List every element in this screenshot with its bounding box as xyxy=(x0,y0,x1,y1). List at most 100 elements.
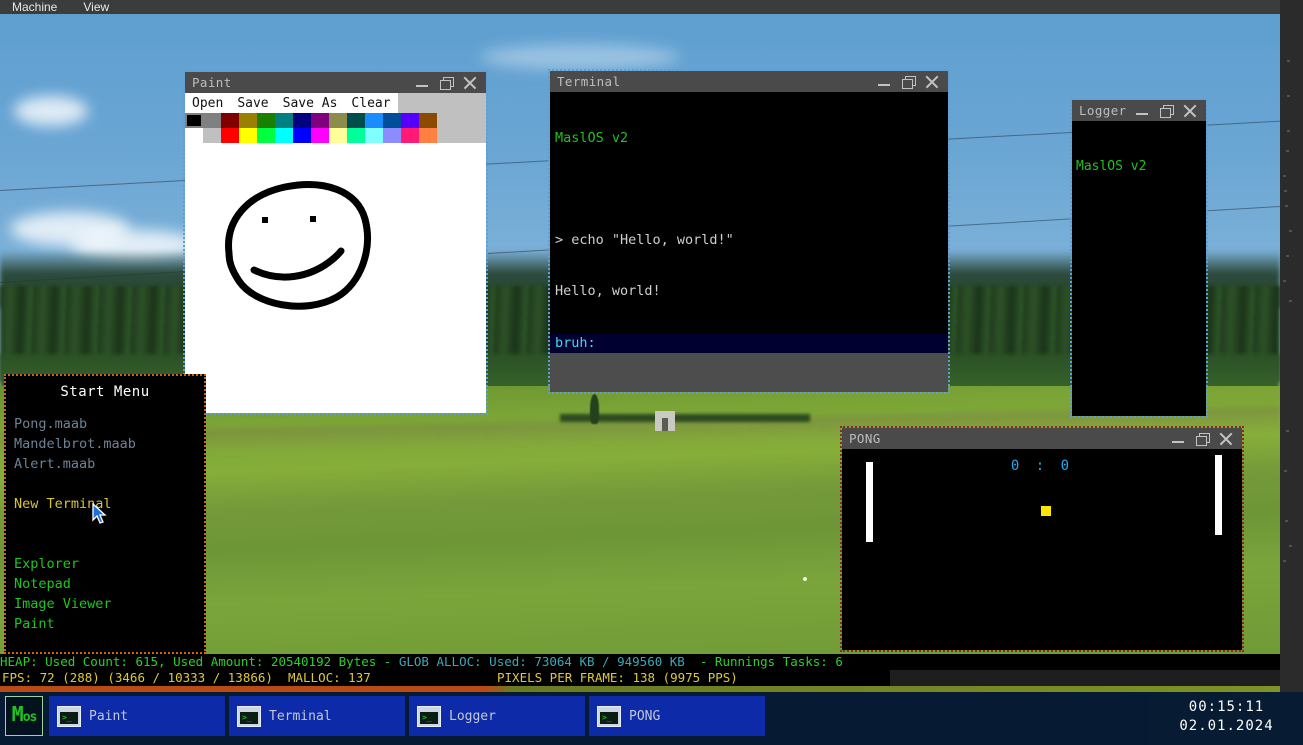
panel-speck xyxy=(1286,430,1289,432)
color-swatch[interactable] xyxy=(311,128,329,143)
close-icon[interactable] xyxy=(1183,104,1197,118)
color-swatch[interactable] xyxy=(347,113,365,128)
color-swatch[interactable] xyxy=(419,128,437,143)
color-swatch[interactable] xyxy=(365,128,383,143)
color-swatch[interactable] xyxy=(275,113,293,128)
panel-speck xyxy=(1289,545,1292,547)
panel-speck xyxy=(1287,60,1290,62)
color-swatch[interactable] xyxy=(239,128,257,143)
start-menu-spacer xyxy=(14,474,204,494)
taskbar-item-paint[interactable]: Paint xyxy=(49,696,225,736)
terminal-titlebar[interactable]: Terminal xyxy=(550,71,948,92)
paint-menu-save-as[interactable]: Save As xyxy=(276,96,345,111)
mouse-cursor xyxy=(92,503,107,524)
start-menu-title: Start Menu xyxy=(60,384,150,400)
terminal-line: > echo "Hello, world!" xyxy=(555,232,734,248)
logger-titlebar[interactable]: Logger xyxy=(1072,100,1206,121)
taskbar-label: Logger xyxy=(449,708,496,724)
start-item-image-viewer[interactable]: Image Viewer xyxy=(14,594,204,614)
status-heap: HEAP: Used Count: 615, Used Amount: 2054… xyxy=(0,654,399,669)
pong-titlebar[interactable]: PONG xyxy=(842,428,1242,449)
terminal-prompt[interactable]: bruh: xyxy=(550,334,948,353)
paint-canvas[interactable] xyxy=(185,143,486,395)
color-swatch[interactable] xyxy=(257,128,275,143)
paint-color-palette[interactable] xyxy=(185,113,486,143)
window-logger[interactable]: Logger MaslOS v2 xyxy=(1070,98,1208,418)
color-swatch[interactable] xyxy=(347,128,365,143)
color-swatch[interactable] xyxy=(275,128,293,143)
start-item-new-terminal[interactable]: New Terminal xyxy=(14,494,204,514)
paint-titlebar[interactable]: Paint xyxy=(185,72,486,93)
panel-speck xyxy=(1285,205,1288,207)
mos-logo: Mos xyxy=(11,702,38,726)
minimize-icon[interactable] xyxy=(415,76,429,90)
panel-speck xyxy=(1283,280,1286,282)
color-swatch[interactable] xyxy=(311,113,329,128)
taskbar-item-terminal[interactable]: Terminal xyxy=(229,696,405,736)
host-right-panel xyxy=(1280,0,1303,745)
panel-speck xyxy=(1283,560,1286,562)
start-item-alert[interactable]: Alert.maab xyxy=(14,454,204,474)
start-item-mandelbrot[interactable]: Mandelbrot.maab xyxy=(14,434,204,454)
maximize-icon[interactable] xyxy=(439,76,454,90)
color-swatch[interactable] xyxy=(329,113,347,128)
color-swatch[interactable] xyxy=(383,113,401,128)
maximize-icon[interactable] xyxy=(1195,432,1210,446)
color-swatch[interactable] xyxy=(293,113,311,128)
color-swatch[interactable] xyxy=(185,113,203,128)
shed xyxy=(655,411,675,431)
color-swatch[interactable] xyxy=(401,113,419,128)
start-button[interactable]: Mos xyxy=(5,696,43,736)
small-tree xyxy=(590,394,599,424)
minimize-icon[interactable] xyxy=(877,75,891,89)
panel-speck xyxy=(1286,150,1289,152)
start-item-paint[interactable]: Paint xyxy=(14,614,204,634)
minimize-icon[interactable] xyxy=(1135,104,1149,118)
color-swatch[interactable] xyxy=(221,128,239,143)
maximize-icon[interactable] xyxy=(1159,104,1174,118)
clock[interactable]: 00:15:11 02.01.2024 xyxy=(1150,692,1303,745)
cloud xyxy=(480,44,680,70)
color-swatch[interactable] xyxy=(293,128,311,143)
color-swatch[interactable] xyxy=(257,113,275,128)
window-pong[interactable]: PONG 0 : 0 xyxy=(840,426,1244,652)
color-swatch[interactable] xyxy=(383,128,401,143)
color-swatch[interactable] xyxy=(203,128,221,143)
status-glob-alloc: GLOB ALLOC: Used: 73064 KB / 949560 KB xyxy=(398,654,693,669)
window-icon xyxy=(417,705,441,727)
taskbar-item-logger[interactable]: Logger xyxy=(409,696,585,736)
color-swatch[interactable] xyxy=(329,128,347,143)
color-swatch[interactable] xyxy=(365,113,383,128)
color-swatch[interactable] xyxy=(185,128,203,143)
host-menu-machine[interactable]: Machine xyxy=(12,1,57,14)
close-icon[interactable] xyxy=(1219,432,1233,446)
window-paint[interactable]: Paint Open Save Save As Clear xyxy=(183,70,488,415)
color-swatch[interactable] xyxy=(203,113,221,128)
start-item-notepad[interactable]: Notepad xyxy=(14,574,204,594)
maximize-icon[interactable] xyxy=(901,75,916,89)
color-swatch[interactable] xyxy=(239,113,257,128)
terminal-line: Hello, world! xyxy=(555,283,661,299)
paint-menu-save[interactable]: Save xyxy=(230,96,275,111)
host-menubar: Machine View xyxy=(0,0,1280,14)
color-swatch[interactable] xyxy=(401,128,419,143)
status-fps: FPS: 72 (288) (3466 / 10333 / 13866) MAL… xyxy=(2,670,371,685)
paint-menubar: Open Save Save As Clear xyxy=(185,93,486,113)
paint-menu-open[interactable]: Open xyxy=(185,96,230,111)
pong-title: PONG xyxy=(849,431,881,446)
panel-speck xyxy=(1286,255,1289,257)
panel-speck xyxy=(1284,190,1287,192)
color-swatch[interactable] xyxy=(221,113,239,128)
taskbar-item-pong[interactable]: PONG xyxy=(589,696,765,736)
window-terminal[interactable]: Terminal MaslOS v2 > echo "Hello, world!… xyxy=(548,69,950,394)
color-swatch[interactable] xyxy=(419,113,437,128)
pong-playfield[interactable]: 0 : 0 xyxy=(842,449,1242,650)
paint-menu-clear[interactable]: Clear xyxy=(344,96,397,111)
close-icon[interactable] xyxy=(925,75,939,89)
minimize-icon[interactable] xyxy=(1171,432,1185,446)
terminal-footer-pad xyxy=(550,353,948,392)
start-item-explorer[interactable]: Explorer xyxy=(14,554,204,574)
host-menu-view[interactable]: View xyxy=(83,1,109,14)
close-icon[interactable] xyxy=(463,76,477,90)
start-item-pong[interactable]: Pong.maab xyxy=(14,414,204,434)
